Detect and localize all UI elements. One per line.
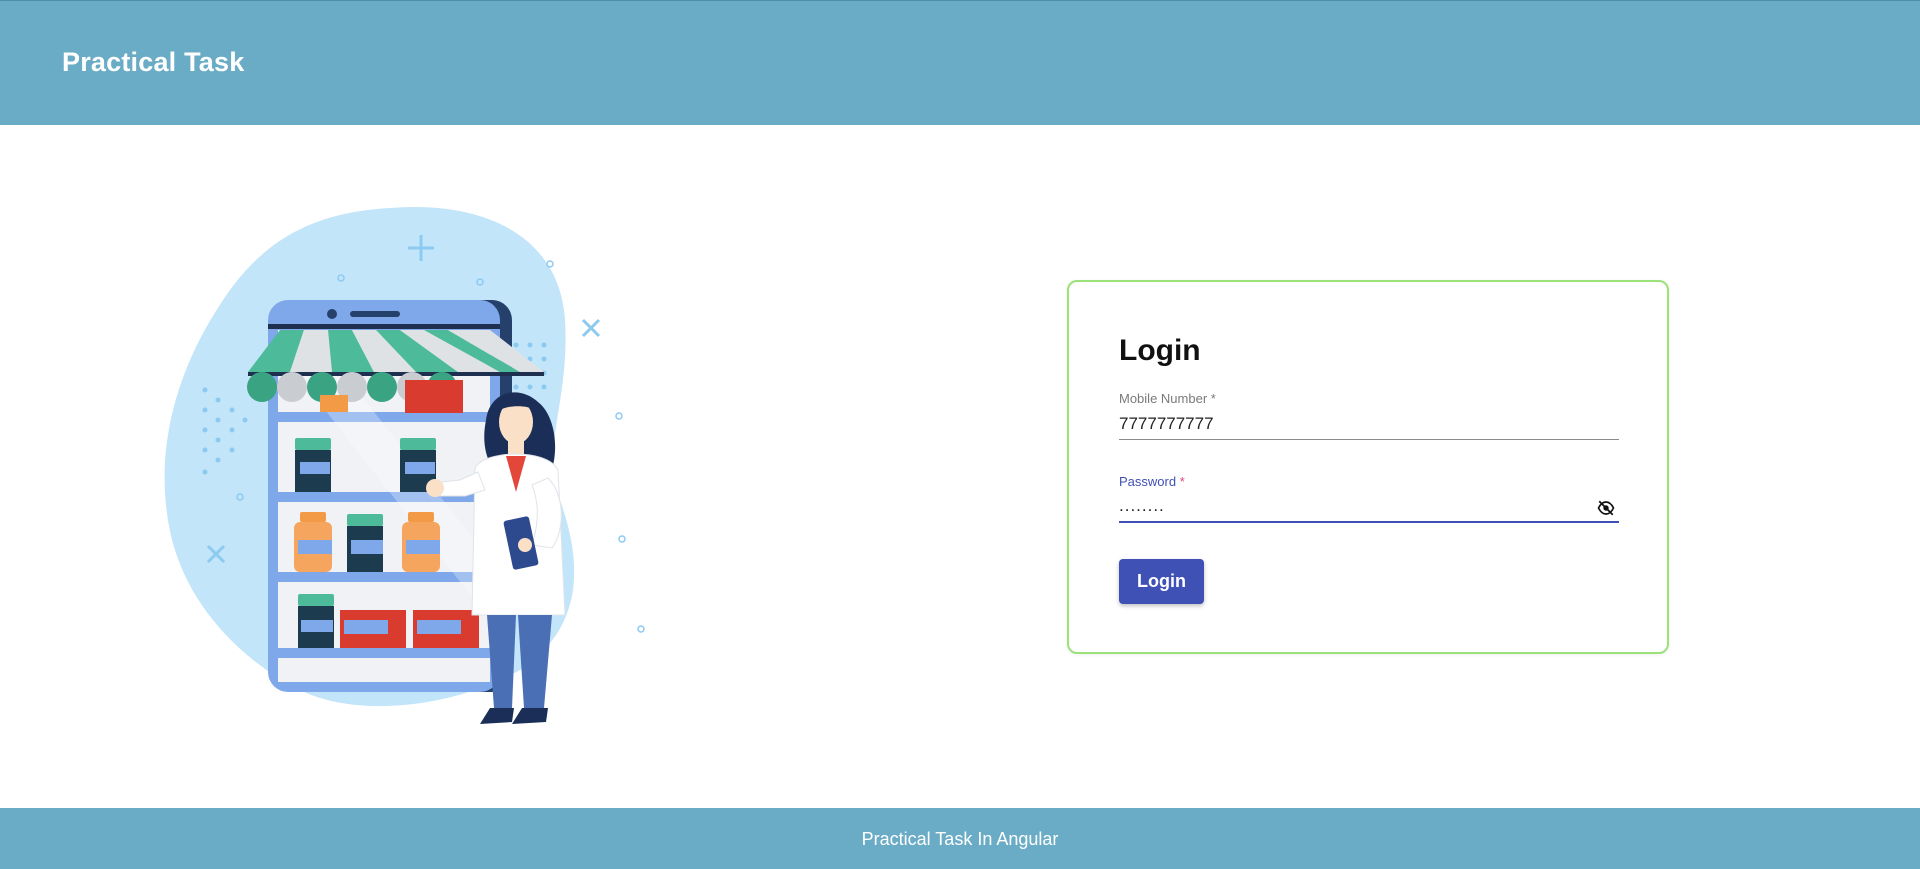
- password-underline: [1119, 521, 1619, 523]
- login-button[interactable]: Login: [1119, 559, 1204, 604]
- mobile-number-label-text: Mobile Number: [1119, 391, 1208, 406]
- mobile-number-input[interactable]: [1119, 412, 1619, 436]
- footer-text: Practical Task In Angular: [861, 829, 1059, 849]
- eye-off-icon[interactable]: [1596, 499, 1616, 517]
- pharmacy-illustration: [164, 206, 645, 724]
- password-required-mark: *: [1179, 474, 1185, 489]
- login-card: Login Mobile Number * Password * Login: [1067, 280, 1669, 654]
- password-label-text: Password: [1119, 474, 1177, 489]
- app-footer: Practical Task In Angular: [0, 808, 1920, 869]
- app-header: Practical Task: [0, 0, 1920, 125]
- password-input[interactable]: [1119, 494, 1589, 518]
- mobile-required-mark: *: [1210, 391, 1216, 406]
- mobile-number-label: Mobile Number *: [1119, 391, 1216, 406]
- mobile-number-underline: [1119, 439, 1619, 440]
- password-label: Password *: [1119, 474, 1185, 489]
- app-title: Practical Task: [62, 47, 245, 77]
- login-title: Login: [1119, 334, 1201, 367]
